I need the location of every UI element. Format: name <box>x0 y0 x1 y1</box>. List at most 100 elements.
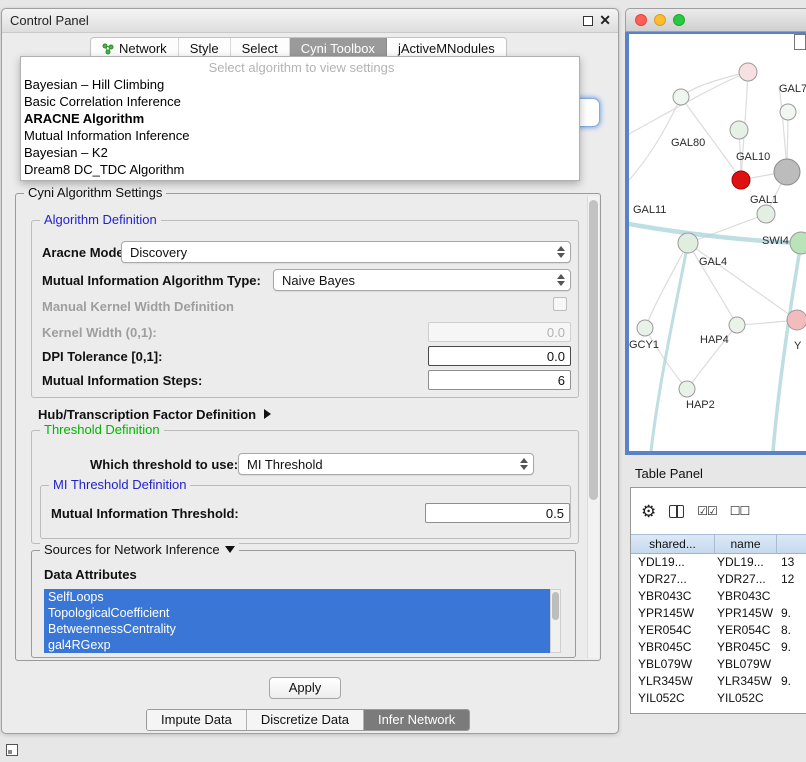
attributes-scrollbar[interactable] <box>550 589 561 653</box>
cell: YIL052C <box>631 690 715 707</box>
mi-steps-field[interactable]: 6 <box>428 370 571 390</box>
table-toolbar: ⚙ ☑☑ ☐☐ <box>631 488 806 534</box>
aracne-mode-label: Aracne Mode: <box>42 245 128 260</box>
sources-expander[interactable]: Sources for Network Inference <box>40 542 239 557</box>
network-node[interactable] <box>673 89 689 105</box>
hub-definition-expander[interactable]: Hub/Transcription Factor Definition <box>38 404 271 424</box>
dropdown-item-selected[interactable]: ARACNE Algorithm <box>21 110 579 127</box>
gear-icon[interactable]: ⚙ <box>641 503 656 520</box>
kernel-width-value: 0.0 <box>547 325 565 340</box>
dpi-tolerance-field[interactable]: 0.0 <box>428 346 571 366</box>
mi-threshold-value: 0.5 <box>546 506 564 521</box>
list-item[interactable]: gal4RGexp <box>44 637 550 653</box>
column-header-extra[interactable] <box>777 534 806 554</box>
cell: YDL19... <box>715 554 777 571</box>
network-node[interactable] <box>637 320 653 336</box>
manual-kernel-checkbox[interactable] <box>553 297 567 311</box>
settings-scrollbar[interactable] <box>587 196 599 658</box>
which-threshold-value: MI Threshold <box>247 457 323 472</box>
network-window-titlebar[interactable] <box>625 8 806 32</box>
network-node[interactable] <box>787 310 806 330</box>
dropdown-item[interactable]: Mutual Information Inference <box>21 127 579 144</box>
aracne-mode-combobox[interactable]: Discovery <box>121 241 571 263</box>
table-row[interactable]: YPR145W YPR145W 9. <box>631 605 806 622</box>
expand-arrow-icon <box>264 409 271 419</box>
network-canvas[interactable]: GAL7 GAL80 GAL10 GAL11 GAL1 SWI4 GAL4 GC… <box>629 34 806 451</box>
tab-infer-network[interactable]: Infer Network <box>364 710 469 730</box>
cell: 9. <box>777 605 806 622</box>
network-node-selected-red[interactable] <box>732 171 750 189</box>
deselect-all-checkboxes-icon[interactable]: ☐☐ <box>730 504 750 518</box>
zoom-traffic-light-icon[interactable] <box>673 14 685 26</box>
threshold-definition-group: Threshold Definition Which threshold to … <box>31 430 579 544</box>
restore-panel-icon[interactable] <box>6 744 18 756</box>
network-node[interactable] <box>679 381 695 397</box>
minimize-traffic-light-icon[interactable] <box>654 14 666 26</box>
stepper-arrows-icon <box>520 458 528 470</box>
node-label: GAL7 <box>779 83 806 95</box>
dropdown-item[interactable]: Bayesian – K2 <box>21 144 579 161</box>
tab-discretize-data[interactable]: Discretize Data <box>247 710 364 730</box>
control-panel-titlebar[interactable]: Control Panel ✕ <box>2 9 618 33</box>
select-all-checkboxes-icon[interactable]: ☑☑ <box>697 504 717 518</box>
network-node-gray[interactable] <box>774 159 800 185</box>
node-label: SWI4 <box>762 235 789 247</box>
network-node-labels: GAL7 GAL80 GAL10 GAL11 GAL1 SWI4 GAL4 GC… <box>629 83 806 411</box>
table-row[interactable]: YDL19... YDL19... 13 <box>631 554 806 571</box>
kernel-width-label: Kernel Width (0,1): <box>42 325 157 340</box>
network-node[interactable] <box>730 121 748 139</box>
table-body: YDL19... YDL19... 13 YDR27... YDR27... 1… <box>631 554 806 707</box>
network-node[interactable] <box>780 104 796 120</box>
close-traffic-light-icon[interactable] <box>635 14 647 26</box>
network-scroll-corner[interactable] <box>794 34 806 50</box>
mi-type-value: Naive Bayes <box>282 273 355 288</box>
dropdown-placeholder[interactable]: Select algorithm to view settings <box>21 59 579 76</box>
table-row[interactable]: YLR345W YLR345W 9. <box>631 673 806 690</box>
network-node[interactable] <box>790 232 806 254</box>
column-header-name[interactable]: name <box>715 534 777 554</box>
cell: YBR045C <box>631 639 715 656</box>
network-node[interactable] <box>757 205 775 223</box>
which-threshold-combobox[interactable]: MI Threshold <box>238 453 534 475</box>
list-item[interactable]: TopologicalCoefficient <box>44 605 550 621</box>
table-panel-title: Table Panel <box>635 466 703 481</box>
cyni-algorithm-settings-group: Cyni Algorithm Settings Algorithm Defini… <box>15 193 601 661</box>
table-row[interactable]: YDR27... YDR27... 12 <box>631 571 806 588</box>
table-row[interactable]: YBR043C YBR043C <box>631 588 806 605</box>
mi-steps-value: 6 <box>558 373 565 388</box>
dropdown-item[interactable]: Dream8 DC_TDC Algorithm <box>21 161 579 178</box>
bottom-tabs: Impute Data Discretize Data Infer Networ… <box>146 709 470 731</box>
cell <box>777 588 806 605</box>
mi-type-combobox[interactable]: Naive Bayes <box>273 269 571 291</box>
node-label: GCY1 <box>629 339 659 351</box>
table-row[interactable]: YBR045C YBR045C 9. <box>631 639 806 656</box>
dpi-tolerance-label: DPI Tolerance [0,1]: <box>42 349 162 364</box>
table-row[interactable]: YER054C YER054C 8. <box>631 622 806 639</box>
cell: YBL079W <box>715 656 777 673</box>
dropdown-item[interactable]: Bayesian – Hill Climbing <box>21 76 579 93</box>
network-node[interactable] <box>678 233 698 253</box>
table-row[interactable]: YBL079W YBL079W <box>631 656 806 673</box>
column-header-shared[interactable]: shared... <box>631 534 715 554</box>
close-icon[interactable]: ✕ <box>599 12 611 29</box>
columns-icon[interactable] <box>669 505 684 518</box>
float-window-icon[interactable] <box>583 16 593 26</box>
mi-threshold-field[interactable]: 0.5 <box>425 503 570 523</box>
table-row[interactable]: YIL052C YIL052C <box>631 690 806 707</box>
cell: 13 <box>777 554 806 571</box>
network-node[interactable] <box>739 63 757 81</box>
kernel-width-field[interactable]: 0.0 <box>428 322 571 342</box>
list-item[interactable]: SelfLoops <box>44 589 550 605</box>
window-title: Control Panel <box>10 13 89 28</box>
settings-group-title: Cyni Algorithm Settings <box>24 185 166 200</box>
apply-button[interactable]: Apply <box>269 677 341 699</box>
node-label: GAL4 <box>699 256 727 268</box>
tab-impute-data[interactable]: Impute Data <box>147 710 247 730</box>
dropdown-item[interactable]: Basic Correlation Inference <box>21 93 579 110</box>
table-header-row: shared... name <box>631 534 806 554</box>
node-label: GAL1 <box>750 194 778 206</box>
network-node[interactable] <box>729 317 745 333</box>
data-attributes-label: Data Attributes <box>44 567 137 582</box>
cell: 9. <box>777 639 806 656</box>
list-item[interactable]: BetweennessCentrality <box>44 621 550 637</box>
